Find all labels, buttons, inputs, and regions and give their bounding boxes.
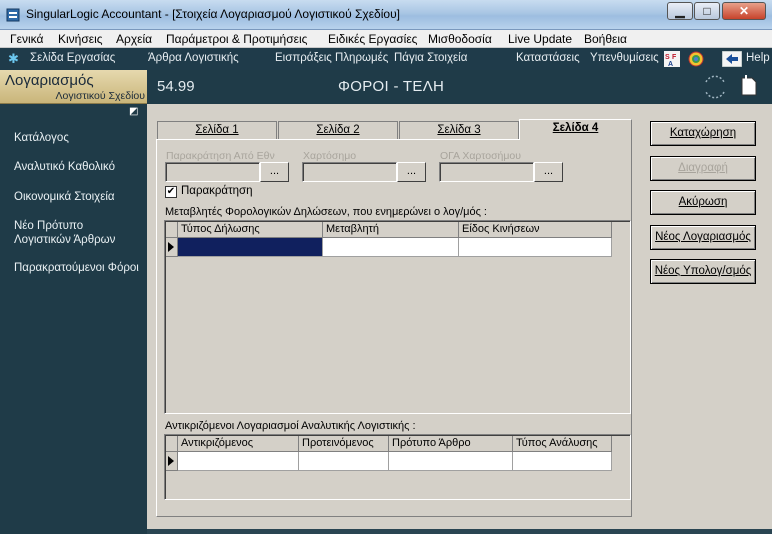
tab-page-4[interactable]: Σελίδα 4 [519,119,632,140]
withholding-field [165,162,260,182]
column-header-template-entry[interactable]: Πρότυπο Άρθρο [389,436,513,452]
toolbar-receipts[interactable]: Εισπράξεις [275,52,332,64]
row-marker [166,238,178,257]
delete-button[interactable]: Διαγραφή [650,156,756,181]
account-name: ΦΟΡΟΙ - ΤΕΛΗ [338,78,445,95]
toolbar-workpage[interactable]: Σελίδα Εργασίας [30,52,115,64]
column-header-analysis-type[interactable]: Τύπος Ανάλυσης [513,436,612,452]
withholding-label: Παρακράτηση Από Εθν [166,150,275,162]
sidebar-subtitle: Λογιστικού Σχεδίου [55,90,145,102]
tab-label: Σελίδα 2 [316,124,360,136]
refresh-icon[interactable] [700,74,730,100]
app-icon [6,8,20,22]
toolbar-fixed-assets[interactable]: Πάγια Στοιχεία [394,52,467,64]
globe-icon[interactable] [688,51,704,67]
column-header-variable[interactable]: Μεταβλητή [323,222,459,238]
analytic-accounts-label: Αντικριζόμενοι Λογαριασμοί Αναλυτικής Λο… [165,420,416,432]
menu-item-parameters[interactable]: Παράμετροι & Προτιμήσεις [166,32,307,46]
maximize-button[interactable]: □ [694,2,720,20]
menu-item-special[interactable]: Ειδικές Εργασίες [328,32,417,46]
withholding-checkbox[interactable]: ✔ [165,186,177,198]
toolbar-help[interactable]: Help [746,52,770,64]
maximize-icon: □ [703,4,711,18]
stamp-duty-lookup-button[interactable]: ... [397,162,426,182]
minimize-button[interactable]: ▁ [667,2,693,20]
stamp-duty-field [302,162,397,182]
grid-corner [166,436,178,452]
account-code: 54.99 [157,78,195,95]
column-header-counter-account[interactable]: Αντικριζόμενος [178,436,299,452]
tab-label: Σελίδα 3 [437,124,481,136]
snowflake-icon: ✱ [8,51,19,66]
back-arrow-icon[interactable] [722,51,742,67]
toolbar-reminders[interactable]: Υπενθυμίσεις [590,52,659,64]
new-subaccount-button[interactable]: Νέος Υπολογ/σμός [650,259,756,284]
row-marker [166,452,178,471]
close-icon: ✕ [738,4,750,18]
menu-item-live-update[interactable]: Live Update [508,32,572,46]
menu-item-general[interactable]: Γενικά [10,32,43,46]
tab-page-1[interactable]: Σελίδα 1 [157,121,277,139]
bottom-edge [147,529,772,534]
tax-variables-label: Μεταβλητές Φορολογικών Δηλώσεων, που ενη… [165,206,487,218]
close-button[interactable]: ✕ [722,2,766,20]
sidebar-item-ledger[interactable]: Αναλυτικό Καθολικό [14,160,115,174]
svg-text:F: F [672,54,677,61]
toolbar-journal-entries[interactable]: Άρθρα Λογιστικής [148,52,239,64]
column-header-proposed[interactable]: Προτεινόμενος [299,436,389,452]
column-header-declaration-type[interactable]: Τύπος Δήλωσης [178,222,323,238]
row-pointer-icon [168,242,174,252]
pin-icon[interactable]: ◩ [129,106,141,117]
oga-stamp-field [439,162,534,182]
sidebar-item-withheld-taxes[interactable]: Παρακρατούμενοι Φόροι [14,261,139,275]
stamp-duty-label: Χαρτόσημο [303,150,357,162]
tab-page-2[interactable]: Σελίδα 2 [278,121,398,139]
svg-text:A: A [668,61,673,67]
account-header [147,70,772,104]
svg-text:S: S [665,54,670,61]
grid-cell-declaration-type[interactable] [178,238,323,257]
menu-item-movements[interactable]: Κινήσεις [58,32,103,46]
save-button[interactable]: Καταχώρηση [650,121,756,146]
sfa-icon[interactable]: S F A [664,51,680,67]
new-account-button[interactable]: Νέος Λογαριασμός [650,225,756,250]
window-title: SingularLogic Accountant - [Στοιχεία Λογ… [26,7,400,21]
oga-stamp-lookup-button[interactable]: ... [534,162,563,182]
menu-item-files[interactable]: Αρχεία [116,32,152,46]
grid-cell-analysis-type[interactable] [513,452,612,471]
column-header-movement-type[interactable]: Είδος Κινήσεων [459,222,612,238]
grid-cell-template-entry[interactable] [389,452,513,471]
tab-page-3[interactable]: Σελίδα 3 [399,121,519,139]
toolbar-payments[interactable]: Πληρωμές [335,52,388,64]
withholding-lookup-button[interactable]: ... [260,162,289,182]
toolbar-reports[interactable]: Καταστάσεις [516,52,580,64]
sidebar-title: Λογαριασμός [5,72,94,89]
tab-label: Σελίδα 4 [552,122,599,134]
sidebar-item-financials[interactable]: Οικονομικά Στοιχεία [14,190,115,204]
cancel-button[interactable]: Ακύρωση [650,190,756,215]
withholding-checkbox-label: Παρακράτηση [181,185,253,197]
grid-corner [166,222,178,238]
sidebar-item-new-template[interactable]: Νέο Πρότυπο Λογιστικών Άρθρων [14,219,134,247]
document-icon[interactable] [740,74,758,96]
row-pointer-icon [168,456,174,466]
oga-stamp-label: ΟΓΑ Χαρτοσήμου [440,150,522,162]
sidebar-item-catalog[interactable]: Κατάλογος [14,131,69,145]
grid-cell-counter-account[interactable] [178,452,299,471]
menu-item-help[interactable]: Βοήθεια [584,32,627,46]
minimize-icon: ▁ [675,4,685,18]
grid-cell-movement-type[interactable] [459,238,612,257]
tab-label: Σελίδα 1 [195,124,239,136]
checkmark-icon: ✔ [166,186,176,197]
grid-cell-proposed[interactable] [299,452,389,471]
grid-cell-variable[interactable] [323,238,459,257]
menu-item-payroll[interactable]: Μισθοδοσία [428,32,492,46]
